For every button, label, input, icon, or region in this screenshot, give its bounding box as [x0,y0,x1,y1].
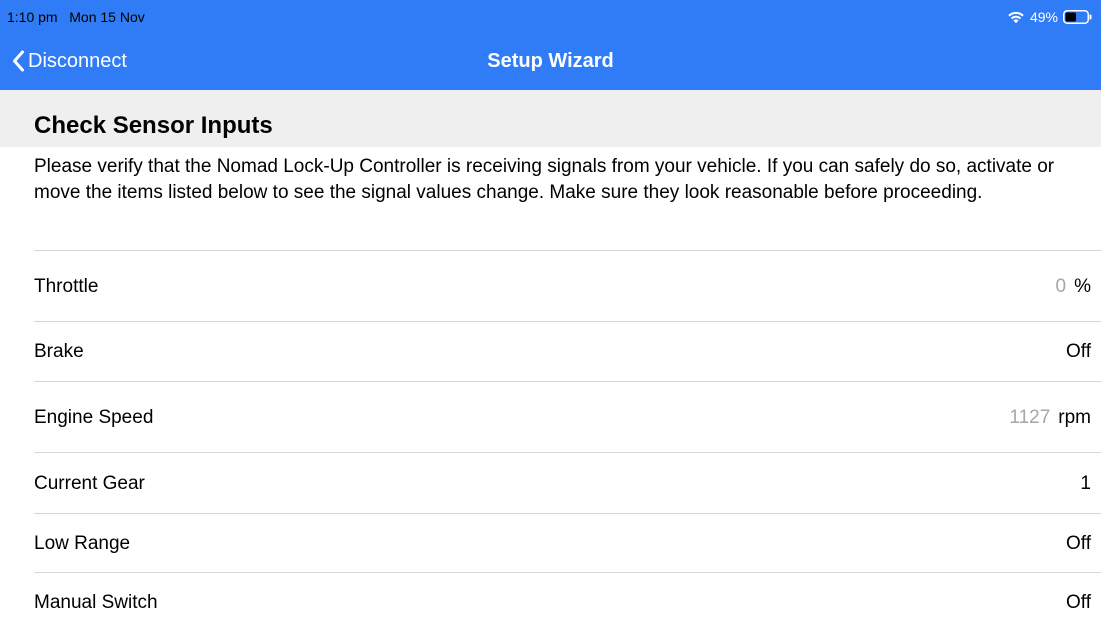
disconnect-button[interactable]: Disconnect [12,40,127,82]
low-range-value: Off [1066,533,1091,554]
sensor-value: 1127 rpm [1009,388,1091,448]
sensor-label: Current Gear [34,473,145,494]
divider [34,381,1101,382]
sensor-label: Engine Speed [34,407,154,428]
sensor-row-brake: Brake Off [0,322,1101,382]
app-header: 1:10 pm Mon 15 Nov 49% Disconnect Setup … [0,0,1101,90]
status-date: Mon 15 Nov [69,9,145,25]
status-time: 1:10 pm [7,9,58,25]
sensor-row-low-range: Low Range Off [0,514,1101,574]
divider [34,452,1101,453]
chevron-left-icon [13,50,24,72]
page-title: Setup Wizard [487,50,614,72]
current-gear-value: 1 [1080,473,1091,494]
sensor-row-current-gear: Current Gear 1 [0,454,1101,514]
brake-value: Off [1066,341,1091,362]
status-bar: 1:10 pm Mon 15 Nov 49% [0,0,1101,32]
battery-percent: 49% [1029,9,1058,25]
battery-icon [1063,10,1092,24]
sensor-label: Manual Switch [34,592,158,613]
wifi-icon [1008,11,1024,24]
sensor-value: Off [1066,514,1091,574]
manual-switch-value: Off [1066,592,1091,613]
sensor-label: Low Range [34,533,131,554]
sensor-value: Off [1066,573,1091,633]
disconnect-label: Disconnect [28,49,127,72]
navigation-bar: Disconnect Setup Wizard [0,40,1101,82]
sensor-row-manual-switch: Manual Switch Off [0,573,1101,633]
sensor-label: Throttle [34,276,99,297]
section-title: Check Sensor Inputs [34,112,273,139]
sensor-value: Off [1066,322,1091,382]
sensor-label: Brake [34,341,84,362]
section-header: Check Sensor Inputs [0,90,1101,147]
sensor-value: 0 % [1056,257,1091,317]
throttle-value: 0 [1055,276,1067,297]
engine-speed-unit: rpm [1058,407,1091,428]
sensor-value: 1 [1080,454,1091,514]
engine-speed-value: 1127 [1009,407,1051,428]
divider [34,250,1101,251]
instructions-text: Please verify that the Nomad Lock-Up Con… [34,156,1055,203]
sensor-row-throttle: Throttle 0 % [0,257,1101,317]
status-indicators: 49% [1007,8,1092,26]
sensor-row-engine-speed: Engine Speed 1127 rpm [0,388,1101,448]
throttle-unit: % [1074,276,1091,297]
status-time-date: 1:10 pm Mon 15 Nov [7,9,145,25]
